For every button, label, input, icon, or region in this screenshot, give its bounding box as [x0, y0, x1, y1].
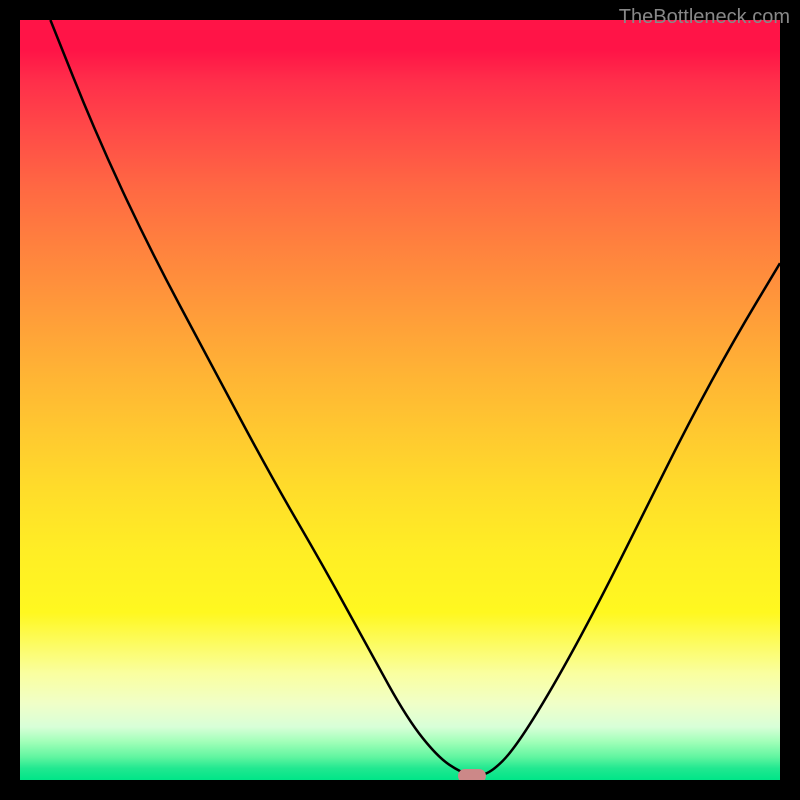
optimal-point-marker	[458, 769, 486, 780]
attribution-text: TheBottleneck.com	[619, 6, 790, 29]
chart-container: TheBottleneck.com	[0, 0, 800, 800]
plot-area	[20, 20, 780, 780]
bottleneck-curve	[20, 20, 780, 780]
